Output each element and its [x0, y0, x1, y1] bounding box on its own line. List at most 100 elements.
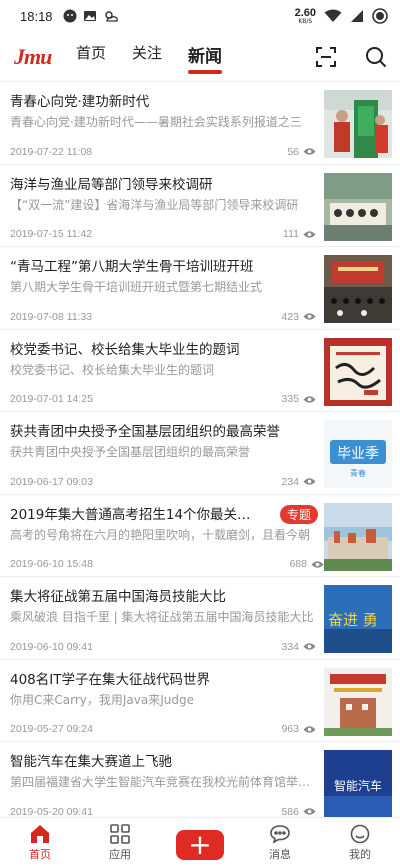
speed-value: 2.60 [294, 6, 316, 19]
nav-profile[interactable]: 我的 [320, 824, 400, 862]
eye-icon [303, 643, 316, 650]
news-item[interactable]: 海洋与渔业局等部门领导来校调研 【“双一流”建设】省海洋与渔业局等部门领导来校调… [0, 165, 400, 247]
thumb-advance-text: 奋进 勇 [328, 611, 378, 629]
view-count: 963 [281, 723, 299, 735]
nav-messages-label: 消息 [269, 847, 291, 861]
news-date: 2019-07-15 11:42 [10, 228, 93, 240]
news-thumbnail [324, 502, 392, 571]
message-bubble-icon [270, 824, 290, 844]
news-date: 2019-07-08 11:33 [10, 310, 93, 323]
scan-button[interactable] [314, 45, 338, 69]
news-title: 408名IT学子在集大征战代码世界 [10, 671, 210, 688]
status-image-icon [83, 11, 96, 21]
news-title: 青春心向党·建功新时代 [10, 94, 150, 110]
search-icon [366, 46, 387, 67]
news-item[interactable]: 集大将征战第五届中国海员技能大比 乘风破浪 目指千里 | 集大将征战第五届中国海… [0, 577, 400, 660]
news-item[interactable]: 智能汽车在集大赛道上飞驰 第四届福建省大学生智能汽车竞赛在我校光前体育馆举行..… [0, 742, 400, 817]
news-thumbnail: 毕业季 青春 [324, 420, 392, 488]
view-count: 335 [281, 393, 299, 405]
search-button[interactable] [364, 45, 388, 69]
news-item[interactable]: “青马工程”第八期大学生骨干培训班开班 第八期大学生骨干培训班开班式暨第七期结业… [0, 247, 400, 330]
eye-icon [303, 725, 316, 733]
news-summary: 第八期大学生骨干培训班开班式暨第七期结业式 [10, 280, 263, 294]
news-date: 2019-06-10 15:48 [10, 558, 93, 570]
news-thumbnail [324, 667, 392, 736]
nav-home-label: 首页 [29, 847, 51, 861]
status-smile-icon [63, 9, 77, 23]
network-speed: 2.60 KB/S [294, 6, 316, 25]
news-summary: 【“双一流”建设】省海洋与渔业局等部门领导来校调研 [10, 197, 299, 212]
top-tabs: 首页 关注 新闻 [76, 42, 223, 74]
eye-icon [303, 808, 316, 815]
bottom-nav: 首页 应用 + 消息 我的 [0, 817, 400, 867]
news-thumbnail [324, 90, 392, 158]
news-title: 2019年集大普通高考招生14个你最关心的问... [10, 506, 254, 523]
news-item[interactable]: 青春心向党·建功新时代 青春心向党·建功新时代——暑期社会实践系列报道之三 20… [0, 82, 400, 165]
nav-messages[interactable]: 消息 [240, 824, 320, 862]
news-date: 2019-06-10 09:41 [10, 640, 93, 653]
news-title: 获共青团中央授予全国基层团组织的最高荣誉 [10, 424, 280, 440]
nav-apps[interactable]: 应用 [80, 823, 160, 862]
nav-apps-label: 应用 [109, 847, 131, 861]
view-count: 688 [289, 558, 307, 570]
status-time: 18:18 [20, 8, 53, 24]
nav-home[interactable]: 首页 [0, 824, 80, 862]
tab-news[interactable]: 新闻 [188, 42, 223, 74]
news-summary: 青春心向党·建功新时代——暑期社会实践系列报道之三 [10, 115, 302, 129]
eye-icon [303, 313, 316, 320]
news-thumbnail [324, 255, 392, 323]
news-title: 智能汽车在集大赛道上飞驰 [10, 754, 172, 770]
news-item[interactable]: 2019年集大普通高考招生14个你最关心的问... 高考的号角将在六月的艳阳里吹… [0, 495, 400, 577]
news-title: 集大将征战第五届中国海员技能大比 [10, 589, 226, 605]
eye-icon [303, 230, 316, 238]
tab-follow[interactable]: 关注 [132, 42, 162, 71]
news-item[interactable]: 408名IT学子在集大征战代码世界 你用C来Carry，我用Java来Judge… [0, 660, 400, 742]
eye-icon [303, 478, 316, 485]
status-bar: 18:18 2.60 KB/S [0, 0, 400, 32]
news-date: 2019-07-01 14:25 [10, 393, 93, 405]
news-title: 校党委书记、校长给集大毕业生的题词 [10, 341, 240, 358]
speed-unit: KB/S [298, 17, 313, 25]
news-summary: 第四届福建省大学生智能汽车竞赛在我校光前体育馆举行... [10, 775, 316, 789]
news-date: 2019-06-17 09:03 [10, 475, 93, 488]
apps-grid-icon [110, 823, 130, 844]
status-weather-icon [104, 11, 118, 22]
news-date: 2019-07-22 11:08 [10, 145, 93, 158]
plus-icon: + [176, 829, 224, 860]
news-summary: 高考的号角将在六月的艳阳里吹响，十载磨剑，且看今朝 [10, 527, 311, 542]
news-item[interactable]: 校党委书记、校长给集大毕业生的题词 校党委书记、校长给集大毕业生的题词 2019… [0, 330, 400, 412]
news-date: 2019-05-20 09:41 [10, 805, 93, 818]
news-summary: 乘风破浪 目指千里 | 集大将征战第五届中国海员技能大比 [10, 610, 314, 624]
view-count: 234 [281, 475, 299, 488]
nav-profile-label: 我的 [349, 847, 371, 861]
news-list: 青春心向党·建功新时代 青春心向党·建功新时代——暑期社会实践系列报道之三 20… [0, 82, 400, 817]
news-title: 海洋与渔业局等部门领导来校调研 [10, 176, 213, 193]
news-summary: 获共青团中央授予全国基层团组织的最高荣誉 [10, 445, 251, 459]
view-count: 111 [283, 228, 299, 240]
battery-icon [372, 8, 388, 24]
thumb-smartcar-text: 智能汽车 [334, 778, 382, 793]
app-header: Jmu 首页 关注 新闻 [0, 32, 400, 82]
home-icon [31, 824, 49, 843]
news-thumbnail [324, 172, 392, 241]
scan-icon [316, 46, 336, 67]
news-title: “青马工程”第八期大学生骨干培训班开班 [10, 259, 254, 275]
thumb-graduation-text: 毕业季 [337, 446, 379, 462]
tab-home[interactable]: 首页 [76, 42, 106, 71]
view-count: 586 [281, 805, 299, 818]
news-summary: 你用C来Carry，我用Java来Judge [10, 692, 194, 707]
nav-publish[interactable]: + [160, 826, 240, 860]
view-count: 56 [287, 145, 299, 158]
news-item[interactable]: 获共青团中央授予全国基层团组织的最高荣誉 获共青团中央授予全国基层团组织的最高荣… [0, 412, 400, 495]
news-thumbnail [324, 337, 392, 406]
news-thumbnail: 智能汽车 [324, 750, 392, 817]
news-date: 2019-05-27 09:24 [10, 723, 93, 735]
eye-icon [303, 148, 316, 155]
signal-icon [351, 10, 363, 22]
app-logo: Jmu [14, 43, 52, 69]
view-count: 334 [281, 640, 299, 653]
news-thumbnail: 奋进 勇 [324, 585, 392, 653]
wifi-icon [324, 9, 342, 22]
eye-icon [303, 395, 316, 403]
thumb-youth-text: 青春 [350, 468, 366, 478]
